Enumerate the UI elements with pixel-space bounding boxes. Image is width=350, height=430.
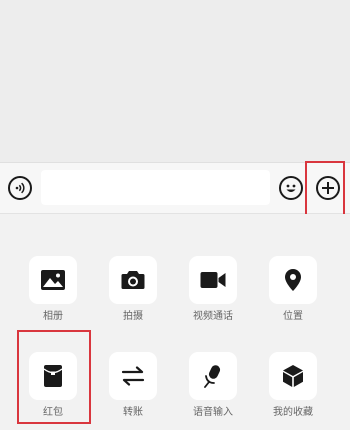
camera-icon (121, 271, 145, 289)
voice-mode-button[interactable] (8, 176, 32, 200)
tool-favorites-label: 我的收藏 (273, 407, 313, 418)
more-functions-panel: 相册 拍摄 视频通话 位置 红包 转账 语音输入 我的收藏 (0, 214, 350, 430)
tool-album[interactable]: 相册 (18, 256, 88, 323)
tool-transfer-tile (109, 352, 157, 400)
chat-message-area (0, 0, 350, 162)
transfer-arrows-icon (121, 366, 145, 386)
plus-icon (322, 182, 334, 194)
tool-transfer-label: 转账 (123, 407, 143, 418)
tool-voice-input[interactable]: 语音输入 (178, 352, 248, 419)
tool-camera[interactable]: 拍摄 (98, 256, 168, 323)
chat-input-bar (0, 162, 350, 214)
tool-video-call[interactable]: 视频通话 (178, 256, 248, 323)
image-icon (41, 270, 65, 290)
tool-location-label: 位置 (283, 311, 303, 322)
voice-wave-icon (15, 182, 25, 194)
tool-red-packet-label: 红包 (43, 407, 63, 418)
tool-location[interactable]: 位置 (258, 256, 328, 323)
tool-transfer[interactable]: 转账 (98, 352, 168, 419)
tool-voice-input-label: 语音输入 (193, 407, 233, 418)
more-functions-button[interactable] (316, 176, 340, 200)
smiley-icon (286, 184, 296, 192)
tool-video-call-label: 视频通话 (193, 311, 233, 322)
tool-album-tile (29, 256, 77, 304)
cube-icon (283, 365, 303, 387)
emoji-button[interactable] (279, 176, 303, 200)
tool-red-packet[interactable]: 红包 (18, 352, 88, 419)
tool-favorites[interactable]: 我的收藏 (258, 352, 328, 419)
location-pin-icon (285, 269, 301, 291)
tool-location-tile (269, 256, 317, 304)
video-camera-icon (200, 272, 226, 288)
tool-video-call-tile (189, 256, 237, 304)
tool-album-label: 相册 (43, 311, 63, 322)
message-input[interactable] (41, 170, 270, 205)
tool-camera-tile (109, 256, 157, 304)
microphone-icon (204, 365, 221, 388)
red-envelope-icon (43, 365, 63, 387)
tool-camera-label: 拍摄 (123, 311, 143, 322)
tool-voice-input-tile (189, 352, 237, 400)
tool-red-packet-tile (29, 352, 77, 400)
tool-favorites-tile (269, 352, 317, 400)
